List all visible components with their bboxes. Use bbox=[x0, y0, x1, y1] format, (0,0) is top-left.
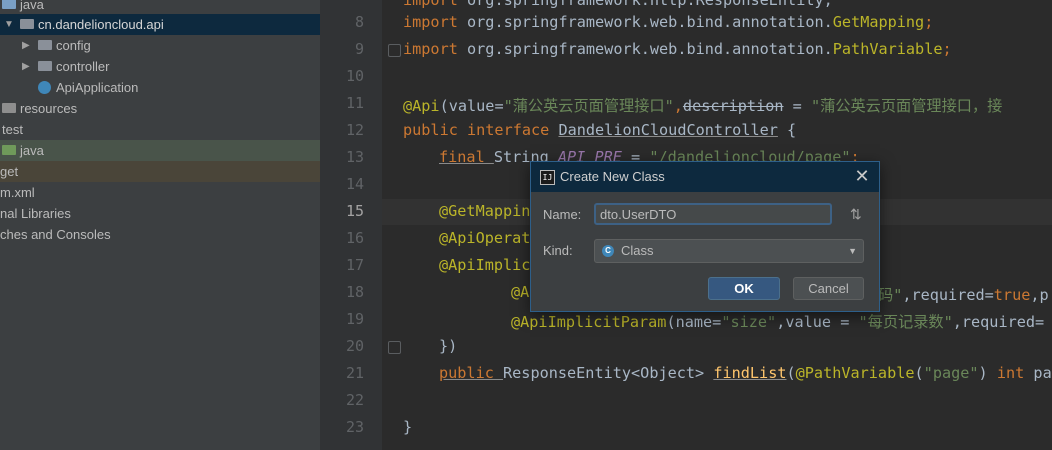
tree-item-package-api[interactable]: ▼ cn.dandelioncloud.api bbox=[0, 14, 320, 35]
tree-item-scratches[interactable]: ches and Consoles bbox=[0, 224, 320, 245]
code-line-15: @GetMappin bbox=[439, 202, 531, 220]
class-icon: C bbox=[602, 245, 614, 257]
package-icon bbox=[38, 40, 52, 50]
tree-item-external-libraries[interactable]: nal Libraries bbox=[0, 203, 320, 224]
tree-item-test-java[interactable]: java bbox=[0, 140, 320, 161]
code-line-18: @A bbox=[511, 283, 530, 301]
code-line-9: import org.springframework.web.bind.anno… bbox=[403, 40, 952, 58]
code-line-20: }) bbox=[439, 337, 458, 355]
code-line-16: @ApiOperat bbox=[439, 229, 531, 247]
editor-gutter: 8 9 10 11 12 13 14 15 16 17 18 19 20 21 … bbox=[320, 0, 401, 450]
line-number: 21 bbox=[345, 364, 364, 382]
tree-item-label: get bbox=[0, 164, 19, 179]
code-line-12: public interface DandelionCloudControlle… bbox=[403, 121, 797, 139]
package-icon bbox=[20, 19, 34, 29]
code-line-7: import org.springframework.http.Response… bbox=[403, 0, 833, 9]
package-icon bbox=[38, 61, 52, 71]
class-name-input[interactable] bbox=[594, 203, 832, 225]
code-line-17: @ApiImplic bbox=[439, 256, 531, 274]
line-number: 18 bbox=[345, 283, 364, 301]
spring-class-icon bbox=[38, 81, 51, 94]
tree-item-label: nal Libraries bbox=[0, 206, 71, 221]
caret-down-icon[interactable]: ▼ bbox=[4, 14, 14, 35]
test-folder-icon bbox=[2, 145, 16, 155]
chevron-down-icon: ▼ bbox=[848, 246, 857, 256]
code-line-21: public ResponseEntity<Object> findList(@… bbox=[439, 364, 1052, 382]
line-number: 10 bbox=[345, 67, 364, 85]
line-number: 9 bbox=[354, 40, 364, 58]
tree-item-controller[interactable]: ▶ controller bbox=[0, 56, 320, 77]
line-number: 11 bbox=[345, 94, 364, 112]
tree-item-pom[interactable]: m.xml bbox=[0, 182, 320, 203]
name-label: Name: bbox=[543, 207, 582, 222]
folder-icon bbox=[2, 0, 16, 9]
tree-item-label: ches and Consoles bbox=[0, 227, 111, 242]
create-new-class-dialog: IJ Create New Class ✕ Name: ⇅ Kind: C Cl… bbox=[530, 161, 880, 312]
tree-item-label: cn.dandelioncloud.api bbox=[38, 17, 164, 32]
resources-folder-icon bbox=[2, 103, 16, 113]
intellij-logo-icon: IJ bbox=[540, 170, 555, 185]
caret-right-icon[interactable]: ▶ bbox=[22, 56, 30, 77]
sort-icon[interactable]: ⇅ bbox=[850, 206, 862, 223]
kind-selected-value: Class bbox=[621, 243, 654, 258]
tree-item-label: m.xml bbox=[0, 185, 35, 200]
code-line-8: import org.springframework.web.bind.anno… bbox=[403, 13, 934, 31]
tree-item-label: controller bbox=[56, 59, 110, 74]
dialog-title: Create New Class bbox=[560, 169, 665, 184]
line-number: 22 bbox=[345, 391, 364, 409]
cancel-button[interactable]: Cancel bbox=[793, 277, 864, 300]
ok-button[interactable]: OK bbox=[708, 277, 780, 300]
tree-item-resources[interactable]: resources bbox=[0, 98, 320, 119]
code-line-18-tail: 码",required=true,p bbox=[878, 286, 1049, 304]
code-line-23: } bbox=[403, 418, 413, 436]
tree-item-label: resources bbox=[20, 101, 78, 116]
tree-item-label: java bbox=[20, 0, 44, 12]
tree-item-label: test bbox=[2, 122, 23, 137]
line-number: 20 bbox=[345, 337, 364, 355]
tree-item-config[interactable]: ▶ config bbox=[0, 35, 320, 56]
line-number: 16 bbox=[345, 229, 364, 247]
code-line-19: @ApiImplicitParam(name="size",value = "每… bbox=[511, 313, 1045, 331]
tree-item-label: config bbox=[56, 38, 91, 53]
tree-item-target[interactable]: get bbox=[0, 161, 320, 182]
line-number: 23 bbox=[345, 418, 364, 436]
kind-select[interactable]: C Class ▼ bbox=[594, 239, 864, 263]
tree-item-apiapplication[interactable]: ApiApplication bbox=[0, 77, 320, 98]
kind-label: Kind: bbox=[543, 243, 573, 258]
close-icon[interactable]: ✕ bbox=[853, 167, 871, 185]
caret-right-icon[interactable]: ▶ bbox=[22, 35, 30, 56]
tree-item-label: ApiApplication bbox=[56, 80, 139, 95]
line-number-current: 15 bbox=[345, 202, 364, 220]
code-line-11: @Api(value="蒲公英云页面管理接口",description = "蒲… bbox=[403, 97, 1003, 115]
line-number: 14 bbox=[345, 175, 364, 193]
line-number: 8 bbox=[354, 13, 364, 31]
dialog-titlebar[interactable]: IJ Create New Class ✕ bbox=[531, 162, 879, 192]
tree-item-java[interactable]: java bbox=[0, 0, 320, 15]
tree-item-label: java bbox=[20, 143, 44, 158]
line-number: 17 bbox=[345, 256, 364, 274]
project-tree: java ▼ cn.dandelioncloud.api ▶ config ▶ … bbox=[0, 0, 320, 450]
line-number: 12 bbox=[345, 121, 364, 139]
line-number: 19 bbox=[345, 310, 364, 328]
line-number: 13 bbox=[345, 148, 364, 166]
tree-item-test[interactable]: test bbox=[0, 119, 320, 140]
